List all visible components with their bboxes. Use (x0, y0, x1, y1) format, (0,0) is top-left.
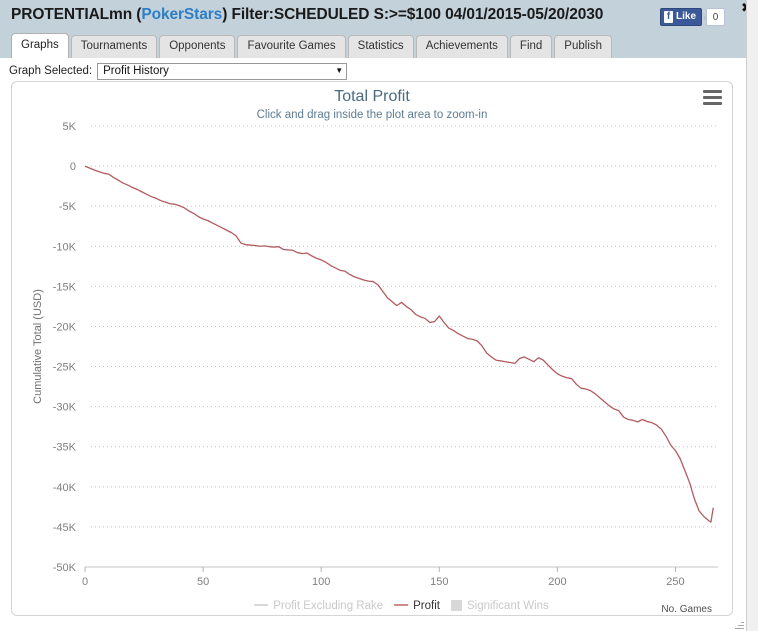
tab-statistics[interactable]: Statistics (347, 35, 414, 58)
svg-text:-30K: -30K (53, 402, 77, 414)
svg-text:250: 250 (666, 576, 684, 588)
window-header: PROTENTIALmn (PokerStars) Filter:SCHEDUL… (0, 0, 746, 58)
svg-text:-15K: -15K (53, 281, 77, 293)
tab-find[interactable]: Find (509, 35, 553, 58)
tab-opponents[interactable]: Opponents (159, 35, 236, 58)
svg-text:0: 0 (82, 576, 88, 588)
svg-text:-45K: -45K (53, 522, 77, 534)
graph-selector-row: Graph Selected: Profit History ▼ (9, 62, 348, 80)
application-window: PROTENTIALmn (PokerStars) Filter:SCHEDUL… (0, 0, 758, 631)
facebook-like-count: 0 (703, 8, 726, 26)
svg-text:-10K: -10K (53, 241, 77, 253)
svg-text:Significant Wins: Significant Wins (467, 600, 549, 612)
svg-text:-5K: -5K (59, 201, 77, 213)
facebook-like-label: Like (676, 11, 697, 22)
svg-text:0: 0 (70, 161, 76, 173)
facebook-icon: f (664, 11, 673, 23)
title-suffix: ) Filter:SCHEDULED S:>=$100 04/01/2015-0… (222, 6, 604, 23)
title-prefix: PROTENTIALmn ( (11, 6, 142, 23)
svg-text:50: 50 (197, 576, 209, 588)
window-scrollbar-strip[interactable] (746, 0, 758, 631)
tab-tournaments[interactable]: Tournaments (70, 35, 158, 58)
svg-text:Profit: Profit (413, 600, 441, 612)
title-site-link[interactable]: PokerStars (141, 6, 222, 23)
svg-text:100: 100 (312, 576, 330, 588)
svg-text:150: 150 (430, 576, 448, 588)
facebook-like-widget[interactable]: f Like 0 (660, 8, 726, 26)
chevron-down-icon: ▼ (335, 66, 344, 75)
tab-favourite-games[interactable]: Favourite Games (237, 35, 346, 58)
tab-publish[interactable]: Publish (554, 35, 613, 58)
svg-text:5K: 5K (63, 121, 77, 133)
svg-text:-40K: -40K (53, 482, 77, 494)
svg-text:Cumulative Total (USD): Cumulative Total (USD) (32, 289, 44, 404)
graph-selector-value: Profit History (103, 65, 169, 77)
chart-panel: Total Profit Click and drag inside the p… (11, 81, 733, 616)
graph-selector-dropdown[interactable]: Profit History ▼ (97, 62, 348, 80)
svg-text:Profit Excluding Rake: Profit Excluding Rake (273, 600, 383, 612)
graph-selector-label: Graph Selected: (9, 65, 93, 77)
svg-text:-25K: -25K (53, 362, 77, 374)
page-title: PROTENTIALmn (PokerStars) Filter:SCHEDUL… (11, 4, 603, 26)
svg-text:-20K: -20K (53, 321, 77, 333)
tab-bar: Graphs Tournaments Opponents Favourite G… (11, 33, 614, 58)
svg-text:200: 200 (548, 576, 566, 588)
svg-text:No. Games: No. Games (661, 604, 712, 615)
profit-history-line-chart[interactable]: 5K 0 -5K -10K -15K -20K -25K -30K -35K -40K -45K -5… (12, 82, 733, 616)
svg-text:-50K: -50K (53, 562, 77, 574)
tab-graphs[interactable]: Graphs (11, 33, 69, 58)
window-bottom-strip (0, 619, 746, 631)
tab-achievements[interactable]: Achievements (415, 35, 508, 58)
facebook-like-button[interactable]: f Like (660, 8, 703, 26)
resize-handle[interactable] (733, 619, 744, 630)
svg-text:-35K: -35K (53, 442, 77, 454)
